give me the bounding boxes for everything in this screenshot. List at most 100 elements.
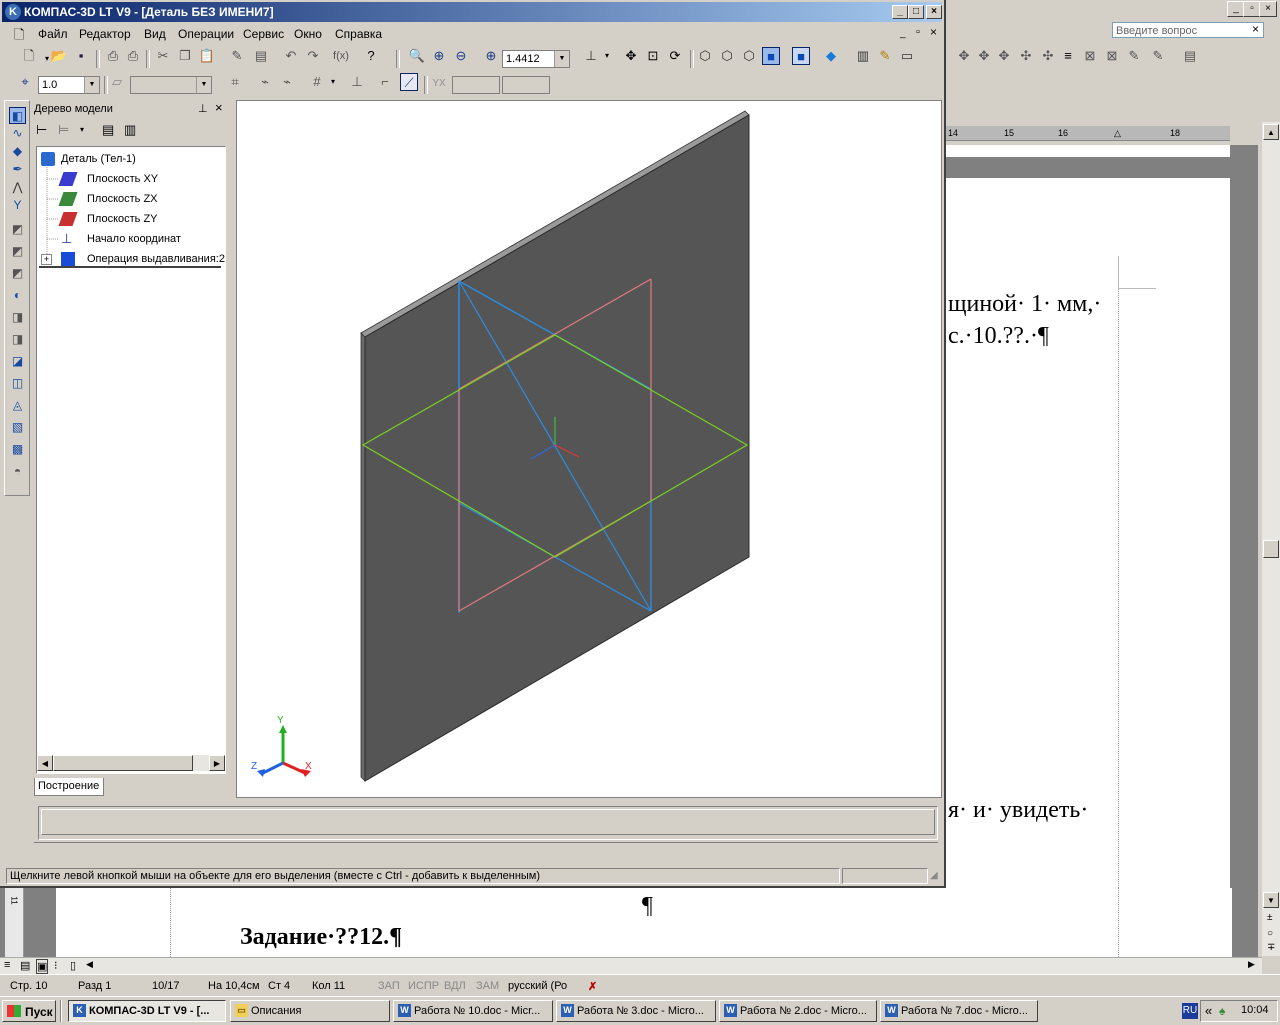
language-indicator[interactable]: RU [1182, 1003, 1198, 1019]
word-toolbar-icon[interactable]: ✎ [1126, 48, 1142, 64]
loft-icon[interactable]: ◐ [9, 287, 26, 304]
extrude-icon[interactable]: ◩ [9, 221, 26, 238]
status-ext[interactable]: ВДЛ [444, 980, 466, 992]
scroll-left-button[interactable]: ◀ [86, 959, 93, 970]
detail-edit-icon[interactable]: ◧ [9, 107, 26, 124]
reading-view-icon[interactable]: ▯ [70, 959, 76, 972]
tree-sort-icon[interactable]: ▤ [102, 122, 114, 138]
chevron-down-icon[interactable]: ▼ [554, 51, 569, 67]
doc-text-line[interactable]: щиной· 1· мм,· [948, 291, 1101, 318]
task-word-10[interactable]: W Работа № 10.doc - Micr... [393, 1000, 553, 1022]
print-view-icon[interactable]: ▣ [36, 959, 49, 974]
sweep-icon[interactable]: ◩ [9, 265, 26, 282]
cut-extrude-icon[interactable]: ◨ [9, 309, 26, 326]
scroll-right-button[interactable]: ▶ [209, 755, 225, 771]
orientation-dropdown-icon[interactable]: ▾ [598, 47, 616, 65]
paste-icon[interactable]: 📋 [198, 47, 216, 65]
local-cs-icon[interactable]: ⊥ [348, 73, 366, 91]
word-ask-question-input[interactable]: Введите вопрос [1112, 22, 1264, 38]
menu-view[interactable]: Вид [144, 27, 166, 41]
shell-icon[interactable]: ◬ [9, 397, 26, 414]
cut-revolve-icon[interactable]: ◨ [9, 331, 26, 348]
doc-minimize-button[interactable]: _ [900, 28, 906, 39]
cut-icon[interactable]: ✂ [154, 47, 172, 65]
scroll-down-button[interactable]: ▼ [1263, 892, 1279, 908]
ruler-indent-marker[interactable]: △ [1114, 126, 1121, 140]
pin-icon[interactable]: ⊥ [198, 100, 208, 118]
status-trk[interactable]: ИСПР [408, 980, 439, 992]
normal-view-icon[interactable]: ≡ [4, 959, 10, 971]
word-toolbar-icon[interactable]: ⊠ [1104, 48, 1120, 64]
cursor-step-combo[interactable]: 1.0 ▼ [38, 76, 100, 94]
kompas-title-bar[interactable]: K КОМПАС-3D LT V9 - [Деталь БЕЗ ИМЕНИ7] … [2, 2, 942, 22]
doc-text-line[interactable]: с.·10.??.·¶ [948, 323, 1049, 350]
document-manager-icon[interactable]: ▤ [252, 47, 270, 65]
tree-mode-icon[interactable]: ⊢ [36, 122, 47, 138]
perspective-icon[interactable]: ◆ [822, 47, 840, 65]
spelling-status-icon[interactable]: ✗ [588, 980, 597, 993]
word-horizontal-scrollbar[interactable]: ≡ ▤ ▣ ⁝ ▯ ◀ ▶ [0, 957, 1262, 974]
sketch-icon[interactable]: ∿ [9, 125, 26, 142]
scroll-thumb[interactable] [53, 755, 193, 771]
fillet-icon[interactable]: ◪ [9, 353, 26, 370]
redo-icon[interactable]: ↷ [304, 47, 322, 65]
start-button[interactable]: Пуск [2, 1000, 56, 1022]
menu-help[interactable]: Справка [335, 27, 382, 41]
mirror-icon[interactable]: ◓ [9, 463, 26, 480]
status-rec[interactable]: ЗАП [378, 980, 400, 992]
wireframe-icon[interactable]: ⬡ [696, 47, 714, 65]
panel-icon[interactable]: ▭ [898, 47, 916, 65]
task-word-2[interactable]: W Работа № 2.doc - Micro... [719, 1000, 877, 1022]
curves-icon[interactable]: ◆ [9, 143, 26, 160]
resize-grip-icon[interactable]: ◢ [930, 870, 938, 881]
rotate-icon[interactable]: ⟳ [666, 47, 684, 65]
tree-dropdown-icon[interactable]: ▾ [80, 125, 84, 134]
grid-dropdown-icon[interactable]: ▾ [324, 73, 342, 91]
menu-edit[interactable]: Редактор [79, 27, 131, 41]
snap-step-icon[interactable]: ⌖ [16, 73, 34, 91]
copy-icon[interactable]: ❐ [176, 47, 194, 65]
scroll-left-button[interactable]: ◀ [37, 755, 53, 771]
aux-geometry-icon[interactable]: ⋀ [9, 179, 26, 196]
menu-service[interactable]: Сервис [243, 27, 284, 41]
cs-icon[interactable]: ⌗ [226, 73, 244, 91]
chamfer-icon[interactable]: ◫ [9, 375, 26, 392]
menu-file[interactable]: Файл [38, 27, 68, 41]
clock[interactable]: 10:04 [1241, 1004, 1269, 1016]
word-ask-close-icon[interactable]: × [1252, 22, 1259, 36]
tab-construction[interactable]: Построение [34, 778, 104, 796]
doc-restore-button[interactable]: ▫ [916, 26, 920, 38]
task-word-3[interactable]: W Работа № 3.doc - Micro... [556, 1000, 716, 1022]
help-pointer-icon[interactable]: ? [362, 47, 380, 65]
close-button[interactable]: × [926, 5, 942, 19]
word-vertical-scrollbar[interactable]: ▲ ▼ ± ○ ∓ [1262, 122, 1280, 956]
round-icon[interactable]: ⟋ [400, 73, 418, 91]
zoom-scale-icon[interactable]: ⊕ [482, 47, 500, 65]
browse-object-icon[interactable]: ○ [1267, 928, 1273, 939]
word-toolbar-icon[interactable]: ⊠ [1082, 48, 1098, 64]
word-toolbar-icon[interactable]: ✥ [996, 48, 1012, 64]
rib-icon[interactable]: ▧ [9, 419, 26, 436]
doc-close-button[interactable]: × [930, 25, 937, 39]
word-toolbar-icon[interactable]: ✣ [1018, 48, 1034, 64]
surfaces-icon[interactable]: ✒ [9, 161, 26, 178]
zoom-in-icon[interactable]: ⊕ [430, 47, 448, 65]
save-icon[interactable]: ▪ [72, 47, 90, 65]
tray-chevron-icon[interactable]: « [1205, 1003, 1212, 1018]
model-viewport[interactable]: Y X Z [236, 100, 942, 798]
task-word-7[interactable]: W Работа № 7.doc - Micro... [880, 1000, 1038, 1022]
properties-icon[interactable]: ✎ [228, 47, 246, 65]
task-folder[interactable]: ▭ Описания [230, 1000, 390, 1022]
minimize-button[interactable]: _ [892, 5, 908, 19]
variables-icon[interactable]: f(x) [332, 47, 350, 65]
outline-view-icon[interactable]: ⁝ [54, 959, 58, 972]
array-icon[interactable]: ▩ [9, 441, 26, 458]
close-panel-icon[interactable]: × [215, 99, 223, 117]
pan-icon[interactable]: ✥ [622, 47, 640, 65]
maximize-button[interactable]: □ [908, 5, 924, 19]
tree-toggle-icon[interactable]: ▥ [854, 47, 872, 65]
filter-icon[interactable]: Y [9, 197, 26, 214]
snap-global-icon[interactable]: ⌁ [278, 73, 296, 91]
hidden-lines-icon[interactable]: ⬡ [718, 47, 736, 65]
open-folder-icon[interactable]: 📂 [50, 47, 68, 65]
